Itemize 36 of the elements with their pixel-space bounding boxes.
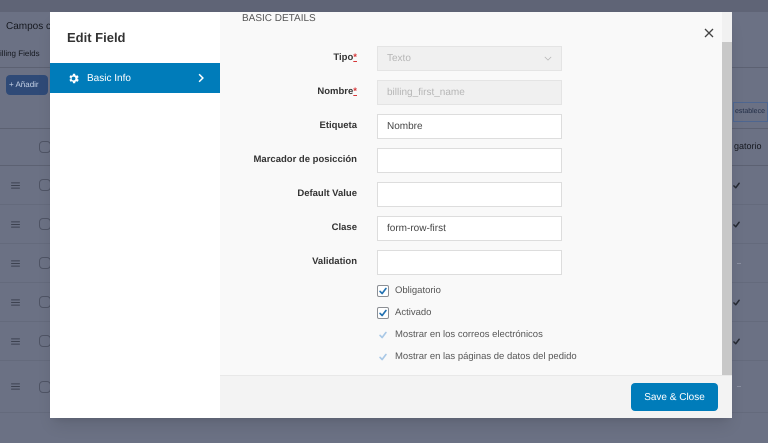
add-button[interactable]: + Añadir [6,75,48,95]
field-label: Tipo* [333,51,357,66]
checkbox[interactable] [377,285,389,297]
column-header: gatorio [734,140,763,154]
drag-handle-icon[interactable] [11,338,20,344]
gear-icon [67,72,80,84]
field-label: Default Value [297,187,357,202]
drag-handle-icon[interactable] [11,220,20,228]
input-field[interactable]: Nombre [377,114,562,139]
input-field[interactable]: form-row-first [377,216,562,241]
field-label: Clase [332,221,357,236]
scrollbar[interactable] [722,12,732,375]
chevron-right-icon [198,73,204,83]
checkbox-label: Mostrar en las páginas de datos del pedido [395,350,577,364]
input-field[interactable] [377,182,562,207]
drag-handle-icon[interactable] [11,383,20,390]
section-heading: BASIC DETAILS [242,13,316,25]
input-field[interactable] [377,148,562,173]
field-label: Etiqueta [320,119,357,134]
dialog-title: Edit Field [67,28,126,47]
drag-handle-icon[interactable] [11,298,20,306]
checkbox-label: Activado [395,306,432,320]
drag-handle-icon[interactable] [11,182,20,188]
field-label: Marcador de posicción [254,153,357,168]
sidebar-item[interactable]: Basic Info [50,63,220,93]
chevron-down-icon [544,56,552,61]
save-close-button[interactable]: Save & Close [631,383,718,411]
checkbox[interactable] [377,307,389,319]
drag-handle-icon[interactable] [11,260,20,266]
tab-label[interactable]: illing Fields [0,48,40,60]
checkbox-label: Obligatorio [395,284,441,298]
field-label: Validation [312,255,357,270]
field-label: Nombre* [317,85,357,100]
checkbox-label: Mostrar en los correos electrónicos [395,328,543,342]
input-field[interactable] [377,250,562,275]
close-icon[interactable] [704,28,714,38]
